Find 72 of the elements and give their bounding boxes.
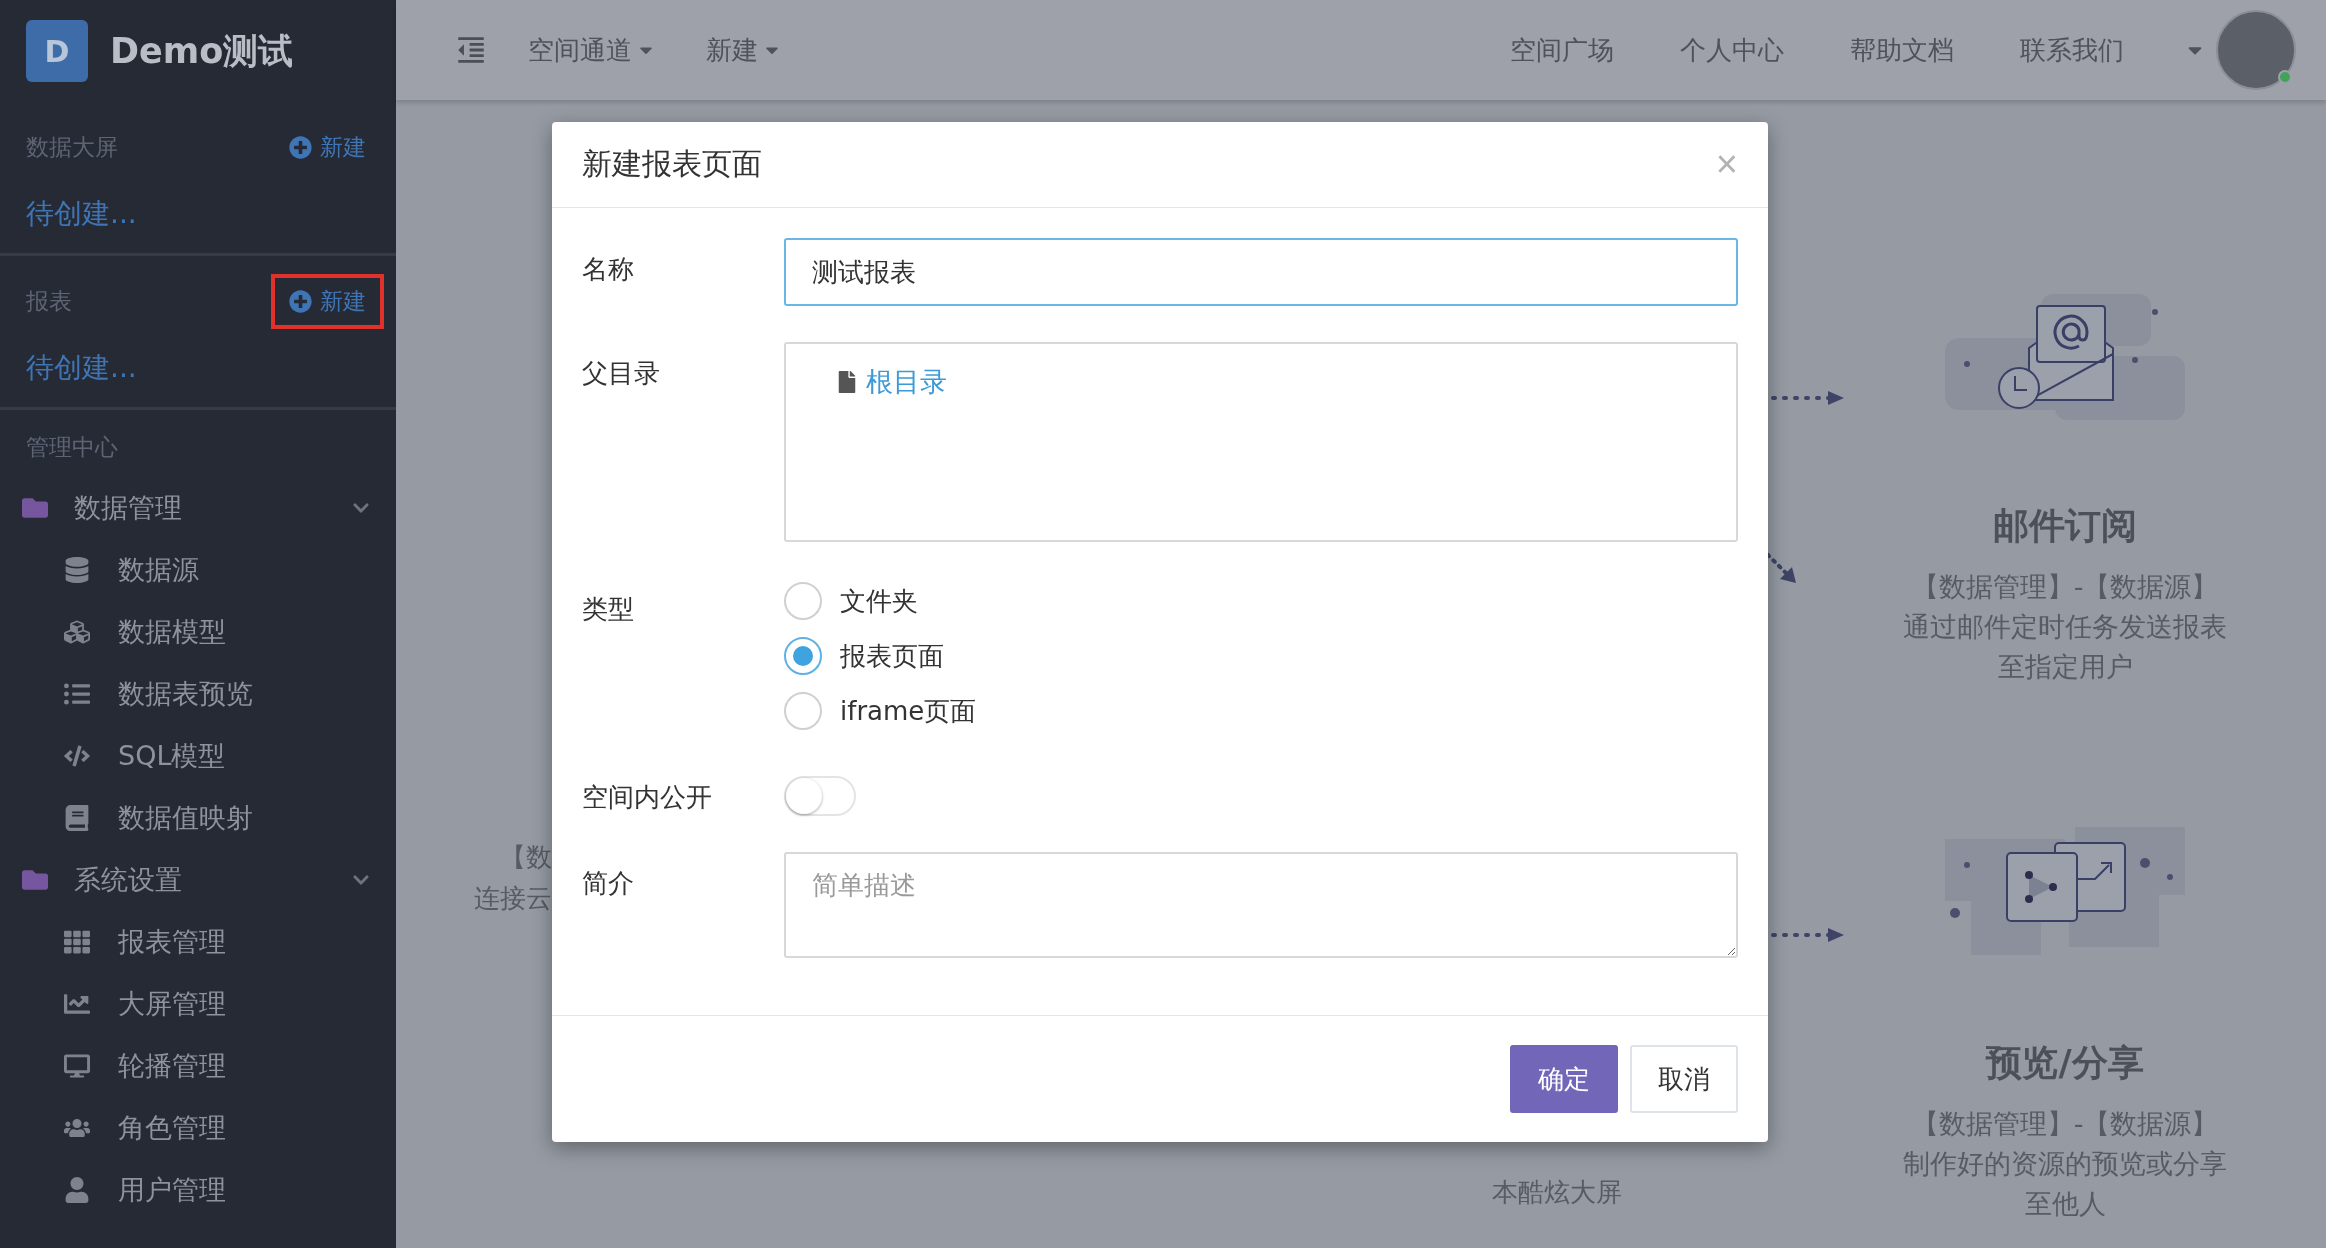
logo: D <box>26 20 88 82</box>
app-title: Demo测试 <box>110 29 294 73</box>
sidebar-item[interactable]: 数据源 <box>0 539 396 601</box>
feature-text: 本酷炫大屏 <box>1492 1176 1622 1209</box>
radio-label: iframe页面 <box>840 694 977 728</box>
radio-button[interactable] <box>784 637 822 675</box>
list-icon <box>64 681 90 707</box>
sidebar-item[interactable]: 数据值映射 <box>0 787 396 849</box>
description-textarea[interactable]: 简单描述 <box>784 852 1738 958</box>
tree-node[interactable]: 根目录 <box>836 364 947 400</box>
nav-link[interactable]: 帮助文档 <box>1850 32 1954 68</box>
nav-menu[interactable]: 新建 <box>706 32 782 68</box>
feature-text: 通过邮件定时任务发送报表 <box>1903 610 2227 644</box>
folder-icon <box>22 867 48 893</box>
pending-item[interactable]: 待创建... <box>26 195 370 233</box>
sidebar-item[interactable]: 用户管理 <box>0 1159 396 1221</box>
sidebar-item[interactable]: 报表管理 <box>0 911 396 973</box>
plus-icon <box>289 290 312 313</box>
field-label: 类型 <box>582 593 635 626</box>
radio-label: 报表页面 <box>840 639 944 673</box>
field-label: 空间内公开 <box>582 781 713 814</box>
nav-link[interactable]: 联系我们 <box>2020 32 2124 68</box>
feature-text: 【数据管理】-【数据源】 <box>1911 1107 2219 1141</box>
new-link[interactable]: 新建 <box>271 120 384 175</box>
new-link[interactable]: 新建 <box>271 274 384 329</box>
feature-title: 预览/分享 <box>1986 1041 2144 1085</box>
nav-link[interactable]: 个人中心 <box>1680 32 1784 68</box>
feature-text: 制作好的资源的预览或分享 <box>1903 1147 2227 1181</box>
cubes-icon <box>64 619 90 645</box>
sidebar-group[interactable]: 系统设置 <box>0 849 396 911</box>
sidebar-group[interactable]: 数据管理 <box>0 477 396 539</box>
feature-text: 至指定用户 <box>1997 650 2133 684</box>
feature-text: 【数据管理】-【数据源】 <box>1911 570 2219 604</box>
group-label: 系统设置 <box>74 863 183 897</box>
section-label: 管理中心 <box>25 433 119 462</box>
field-label: 简介 <box>582 867 635 900</box>
feature-title: 邮件订阅 <box>1993 504 2137 548</box>
feature-text: 【数 <box>500 841 552 874</box>
code-icon <box>64 743 90 769</box>
sidebar-item[interactable]: 数据模型 <box>0 601 396 663</box>
toggle-switch[interactable] <box>784 776 856 816</box>
radio-button[interactable] <box>784 582 822 620</box>
radio-button[interactable] <box>784 692 822 730</box>
file-icon <box>836 371 858 393</box>
group-label: 数据管理 <box>74 491 183 525</box>
feature-text: 至他人 <box>2024 1187 2106 1221</box>
section-label: 报表 <box>26 287 72 316</box>
field-label: 名称 <box>582 253 635 286</box>
sidebar-item[interactable]: SQL模型 <box>0 725 396 787</box>
database-icon <box>64 557 90 583</box>
grid-icon <box>64 929 90 955</box>
plus-icon <box>289 136 312 159</box>
sidebar-item[interactable]: 大屏管理 <box>0 973 396 1035</box>
sidebar-item[interactable]: 轮播管理 <box>0 1035 396 1097</box>
sidebar-item[interactable]: 数据表预览 <box>0 663 396 725</box>
nav-link[interactable]: 空间广场 <box>1510 32 1614 68</box>
book-icon <box>64 805 90 831</box>
dialog-title: 新建报表页面 <box>582 145 762 183</box>
cancel-button[interactable]: 取消 <box>1630 1045 1738 1113</box>
name-input[interactable]: 测试报表 <box>784 238 1738 306</box>
confirm-button[interactable]: 确定 <box>1510 1045 1618 1113</box>
nav-menu[interactable]: 空间通道 <box>528 32 656 68</box>
user-icon <box>64 1177 90 1203</box>
line-chart-icon <box>64 991 90 1017</box>
pending-item[interactable]: 待创建... <box>26 349 370 387</box>
radio-label: 文件夹 <box>840 584 918 618</box>
monitor-icon <box>64 1053 90 1079</box>
field-label: 父目录 <box>582 357 661 390</box>
folder-icon <box>22 495 48 521</box>
section-label: 数据大屏 <box>26 133 118 162</box>
sidebar-item[interactable]: 角色管理 <box>0 1097 396 1159</box>
feature-text: 连接云 <box>474 882 552 915</box>
